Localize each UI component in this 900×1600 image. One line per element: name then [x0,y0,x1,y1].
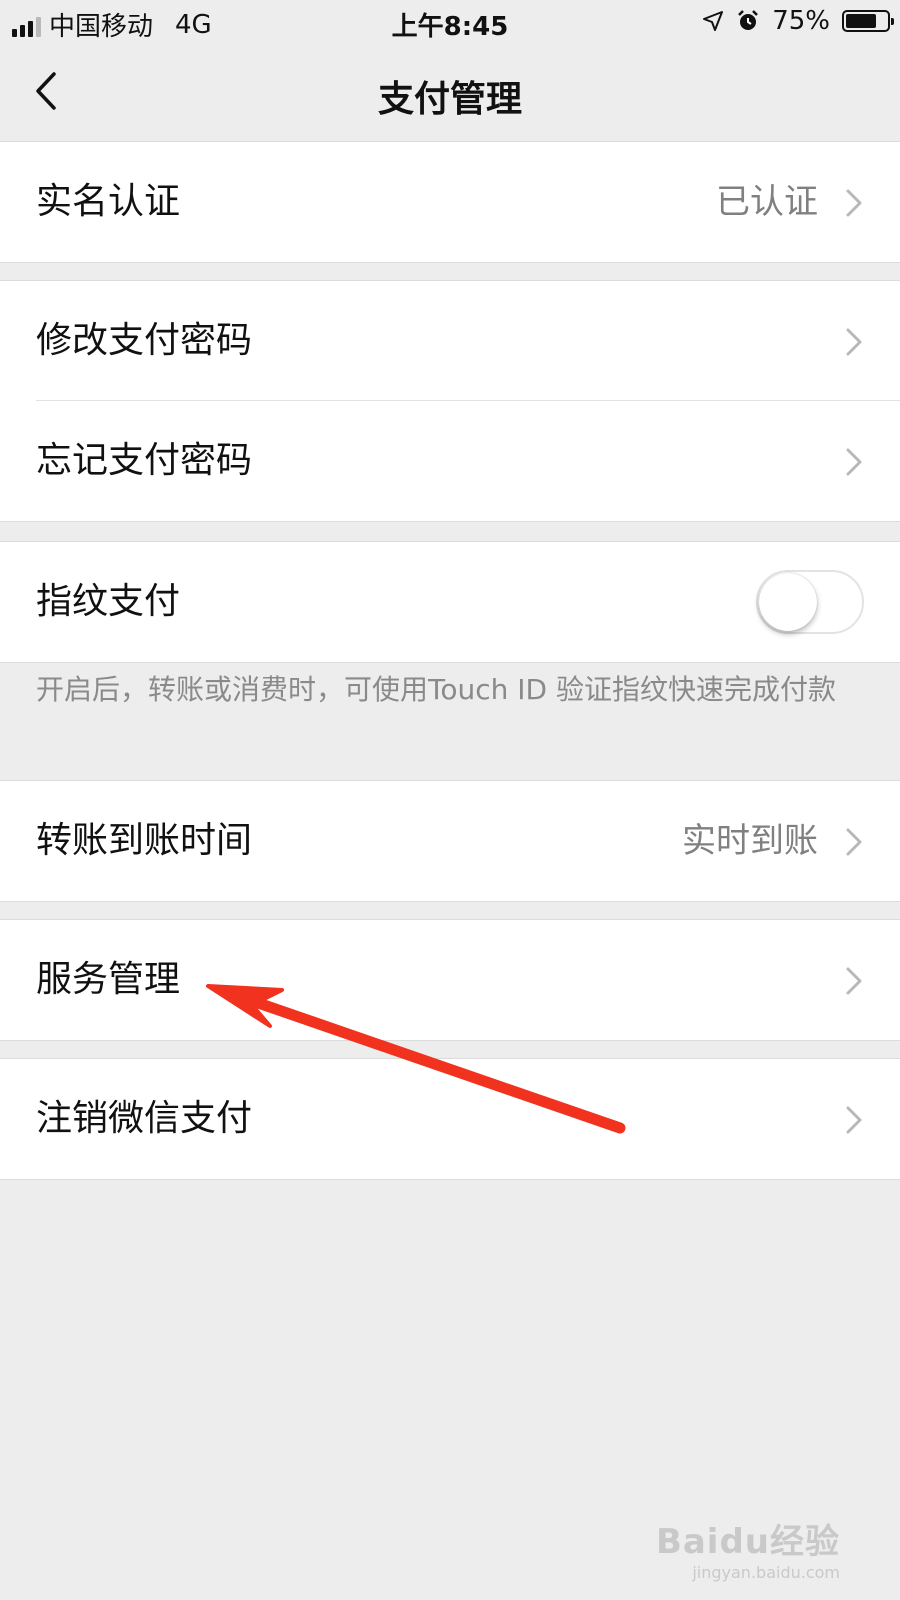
toggle-knob [759,573,817,631]
fingerprint-label: 指纹支付 [36,581,181,622]
service-manage-row[interactable]: 服务管理 [0,920,900,1040]
group-password: 修改支付密码 忘记支付密码 [0,280,900,522]
deregister-row[interactable]: 注销微信支付 [0,1059,900,1179]
status-right: 75% [702,6,894,36]
status-bar: 中国移动 4G 上午8:45 75% [0,0,900,46]
transfer-time-label: 转账到账时间 [36,820,253,861]
group-deregister: 注销微信支付 [0,1058,900,1180]
real-name-row[interactable]: 实名认证 已认证 [0,142,900,262]
page-title: 支付管理 [377,79,522,120]
chevron-right-icon [846,967,862,995]
location-arrow-icon [703,11,724,31]
chevron-right-icon [846,1106,862,1134]
chevron-right-icon [846,189,862,217]
nav-bar: 支付管理 [0,46,900,140]
forgot-password-row[interactable]: 忘记支付密码 [0,401,900,521]
group-transfer: 转账到账时间 实时到账 [0,780,900,902]
chevron-right-icon [846,328,862,356]
fingerprint-hint: 开启后，转账或消费时，可使用Touch ID 验证指纹快速完成付款 [36,673,836,706]
fingerprint-toggle[interactable] [756,570,864,634]
service-manage-label: 服务管理 [36,959,181,1000]
group-real-name: 实名认证 已认证 [0,141,900,263]
baidu-jingyan-watermark: Baidu经验 jingyan.baidu.com [656,1514,840,1582]
real-name-status: 已认证 [716,182,818,222]
chevron-right-icon [846,448,862,476]
change-password-label: 修改支付密码 [36,320,253,361]
transfer-time-value: 实时到账 [682,821,818,861]
transfer-time-row[interactable]: 转账到账时间 实时到账 [0,781,900,901]
group-fingerprint: 指纹支付 [0,541,900,663]
battery-percent: 75% [772,6,830,36]
watermark-url: jingyan.baidu.com [692,1563,840,1582]
watermark-main: Baidu经验 [655,1522,840,1562]
battery-icon [842,10,894,32]
change-password-row[interactable]: 修改支付密码 [0,281,900,401]
deregister-label: 注销微信支付 [36,1098,253,1139]
forgot-password-label: 忘记支付密码 [36,440,253,481]
chevron-right-icon [846,828,862,856]
real-name-label: 实名认证 [36,181,181,222]
group-service: 服务管理 [0,919,900,1041]
fingerprint-row: 指纹支付 [0,542,900,662]
alarm-icon [738,10,759,30]
